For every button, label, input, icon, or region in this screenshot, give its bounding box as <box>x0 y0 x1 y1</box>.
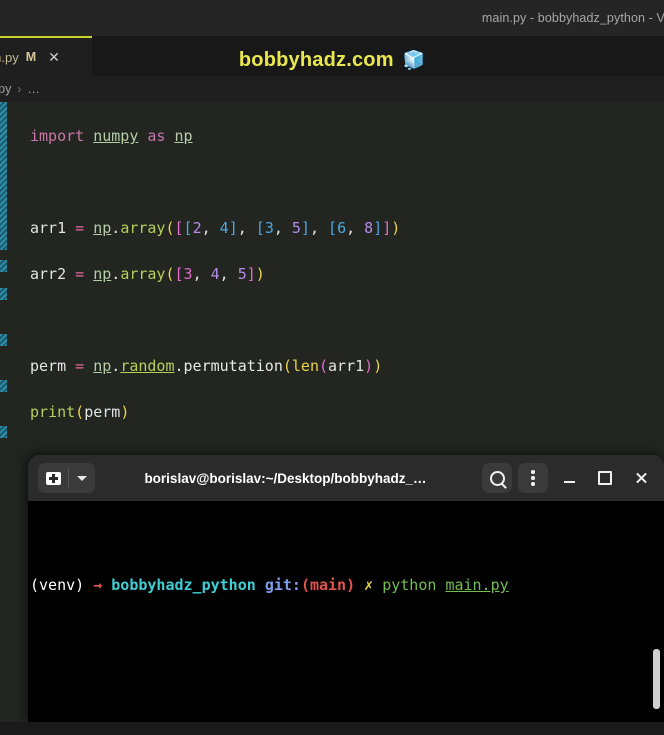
code-line-1: import numpy as np <box>30 127 193 145</box>
minimize-icon <box>563 480 575 483</box>
prompt-directory: bobbyhadz_python <box>111 576 256 594</box>
new-tab-button[interactable] <box>38 463 68 493</box>
code-line-7: print(perm) <box>30 403 130 421</box>
minimize-button[interactable] <box>554 463 584 493</box>
terminal-titlebar[interactable]: borislav@borislav:~/Desktop/bobbyhadz_… <box>28 455 664 501</box>
editor-tab-bar: ain.py M ✕ <box>0 36 664 76</box>
breadcrumb: ain.py › … <box>0 76 664 102</box>
maximize-icon <box>598 471 612 485</box>
search-icon <box>489 470 505 486</box>
code-line-6: perm = np.random.permutation(len(arr1)) <box>30 357 383 375</box>
kebab-menu-icon <box>531 470 535 486</box>
close-icon <box>635 472 648 485</box>
terminal-output-area[interactable]: (venv) → bobbyhadz_python git:(main) ✗ p… <box>28 501 664 722</box>
terminal-window[interactable]: borislav@borislav:~/Desktop/bobbyhadz_… … <box>28 455 664 722</box>
breadcrumb-file[interactable]: ain.py <box>0 82 11 96</box>
git-diff-strip[interactable] <box>0 102 7 735</box>
breadcrumb-ellipsis[interactable]: … <box>27 82 40 96</box>
git-label: git: <box>264 576 301 594</box>
git-dirty-icon: ✗ <box>364 576 374 594</box>
command-file: main.py <box>445 576 509 594</box>
venv-label: (venv) <box>30 576 85 594</box>
command-program: python <box>382 576 437 594</box>
tab-label: ain.py <box>0 49 19 65</box>
close-button[interactable] <box>626 463 656 493</box>
maximize-button[interactable] <box>590 463 620 493</box>
chevron-down-icon <box>77 475 87 481</box>
new-tab-icon <box>45 471 61 485</box>
chevron-right-icon: › <box>17 82 22 96</box>
tab-main-py[interactable]: ain.py M ✕ <box>0 36 92 76</box>
window-title: main.py - bobbyhadz_python - Visua <box>481 11 664 25</box>
prompt-arrow-icon: → <box>93 576 103 594</box>
new-tab-group[interactable] <box>38 463 95 493</box>
menu-button[interactable] <box>518 463 548 493</box>
new-tab-dropdown-button[interactable] <box>69 463 95 493</box>
screenshot-root: main.py - bobbyhadz_python - Visua ain.p… <box>0 0 664 735</box>
terminal-prompt-line: (venv) → bobbyhadz_python git:(main) ✗ p… <box>28 574 664 596</box>
code-line-4: arr2 = np.array([3, 4, 5]) <box>30 265 265 283</box>
tab-modified-badge: M <box>25 50 37 64</box>
search-button[interactable] <box>482 463 512 493</box>
bottom-strip <box>0 722 664 735</box>
git-branch: (main) <box>300 576 356 594</box>
code-line-3: arr1 = np.array([[2, 4], [3, 5], [6, 8]]… <box>30 219 401 237</box>
close-icon[interactable]: ✕ <box>48 50 60 64</box>
terminal-title: borislav@borislav:~/Desktop/bobbyhadz_… <box>144 470 427 486</box>
terminal-scrollbar[interactable] <box>653 649 660 709</box>
window-titlebar: main.py - bobbyhadz_python - Visua <box>0 0 664 36</box>
